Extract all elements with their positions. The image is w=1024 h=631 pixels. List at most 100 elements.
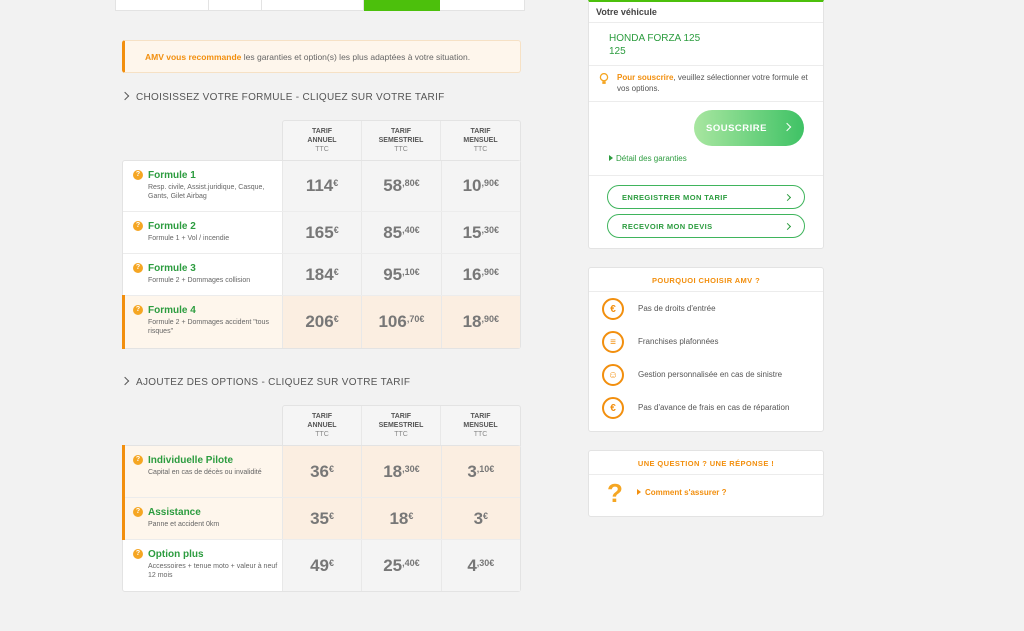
- price-annuel[interactable]: 35 €: [281, 498, 362, 539]
- no-advance-icon: €: [602, 397, 624, 419]
- why-item: € Pas de droits d'entrée: [602, 298, 817, 320]
- why-item: ≡ Franchises plafonnées: [602, 331, 817, 353]
- formule-name: Formule 4: [148, 305, 196, 316]
- why-item: ☺ Gestion personnalisée en cas de sinist…: [602, 364, 817, 386]
- chevron-right-icon: [783, 222, 792, 231]
- formule-row-3: ? Formule 3 Formule 2 + Dommages collision…: [123, 254, 521, 296]
- question-mark-icon: ?: [607, 478, 623, 508]
- person-icon: ☺: [602, 364, 624, 386]
- formules-table-body: ? Formule 1 Resp. civile, Assist.juridique…: [122, 160, 521, 349]
- option-row-individuelle: ? Individuelle Pilote Capital en cas de dé…: [122, 445, 521, 498]
- faq-panel: UNE QUESTION ? UNE RÉPONSE ! ? Comment s…: [588, 450, 824, 517]
- caret-right-icon: [609, 155, 613, 161]
- formule-row-1: ? Formule 1 Resp. civile, Assist.juridique…: [123, 161, 521, 212]
- price-mensuel[interactable]: 16,90€: [440, 254, 521, 295]
- option-name: Individuelle Pilote: [148, 455, 234, 466]
- formule-desc: Formule 2 + Dommages collision: [148, 277, 251, 284]
- divider: [589, 22, 823, 23]
- subscribe-tip: Pour souscrire, veuillez sélectionner vo…: [597, 72, 812, 94]
- options-title: AJOUTEZ DES OPTIONS - CLIQUEZ SUR VOTRE …: [120, 376, 410, 388]
- price-annuel[interactable]: 114 €: [281, 161, 362, 211]
- price-mensuel[interactable]: 3 €: [440, 498, 521, 539]
- help-icon[interactable]: ?: [133, 305, 143, 315]
- price-annuel[interactable]: 36 €: [281, 446, 362, 497]
- banner-strong: AMV vous recommande: [145, 52, 242, 62]
- receive-quote-button[interactable]: RECEVOIR MON DEVIS: [607, 214, 805, 238]
- formule-name: Formule 2: [148, 221, 196, 232]
- why-title: POURQUOI CHOISIR AMV ?: [589, 268, 823, 292]
- faq-title: UNE QUESTION ? UNE RÉPONSE !: [589, 451, 823, 475]
- detail-garanties-link[interactable]: Détail des garanties: [609, 154, 687, 163]
- why-panel: POURQUOI CHOISIR AMV ? € Pas de droits d…: [588, 267, 824, 432]
- header-semestriel: TARIF SEMESTRIEL TTC: [362, 121, 441, 161]
- why-item: € Pas d'avance de frais en cas de répara…: [602, 397, 817, 419]
- help-icon[interactable]: ?: [133, 455, 143, 465]
- progress-step: [209, 0, 262, 10]
- price-mensuel[interactable]: 4,30€: [440, 540, 521, 591]
- option-name: Option plus: [148, 549, 204, 560]
- recommendation-banner: AMV vous recommande les garanties et opt…: [122, 40, 521, 73]
- help-icon[interactable]: ?: [133, 263, 143, 273]
- caret-right-icon: [637, 489, 641, 495]
- header-mensuel: TARIF MENSUEL TTC: [463, 413, 498, 438]
- progress-step: [116, 0, 209, 10]
- option-row-assistance: ? Assistance Panne et accident 0km 35 € 18 €…: [122, 497, 521, 540]
- header-annuel: TARIF ANNUEL TTC: [283, 121, 362, 161]
- chevron-right-icon: [120, 376, 130, 386]
- divider: [589, 175, 823, 176]
- chevron-right-icon: [782, 122, 792, 132]
- divider: [589, 101, 823, 102]
- price-annuel[interactable]: 165 €: [281, 212, 362, 253]
- price-annuel[interactable]: 206 €: [281, 296, 362, 348]
- price-mensuel[interactable]: 15,30€: [440, 212, 521, 253]
- banner-text: les garanties et option(s) les plus adap…: [241, 52, 471, 62]
- price-annuel[interactable]: 184 €: [281, 254, 362, 295]
- header-annuel: TARIF ANNUEL TTC: [283, 406, 362, 446]
- formule-desc: Formule 1 + Vol / incendie: [148, 235, 230, 242]
- formule-name: Formule 3: [148, 263, 196, 274]
- divider: [589, 65, 823, 66]
- coins-icon: ≡: [602, 331, 624, 353]
- chevron-right-icon: [120, 91, 130, 101]
- save-quote-button[interactable]: ENREGISTRER MON TARIF: [607, 185, 805, 209]
- vehicle-model: HONDA FORZA 125 125: [609, 33, 701, 57]
- help-icon[interactable]: ?: [133, 549, 143, 559]
- progress-steps: [115, 0, 525, 11]
- option-desc: Accessoires + tenue moto + valeur à neuf…: [148, 563, 278, 579]
- help-icon[interactable]: ?: [133, 507, 143, 517]
- price-semestriel[interactable]: 58,80€: [361, 161, 441, 211]
- option-name: Assistance: [148, 507, 201, 518]
- price-semestriel[interactable]: 106,70€: [361, 296, 441, 348]
- formule-desc: Resp. civile, Assist.juridique, Casque, …: [148, 184, 265, 200]
- price-semestriel[interactable]: 18 €: [361, 498, 441, 539]
- lightbulb-icon: [599, 73, 609, 84]
- price-mensuel[interactable]: 10,90€: [440, 161, 521, 211]
- price-mensuel[interactable]: 18,90€: [440, 296, 521, 348]
- vehicle-panel: Votre véhicule HONDA FORZA 125 125 Pour …: [588, 0, 824, 249]
- formules-table-header: TARIF ANNUEL TTC TARIF SEMESTRIEL TTC TARIF M…: [282, 120, 521, 161]
- help-icon[interactable]: ?: [133, 221, 143, 231]
- price-semestriel[interactable]: 25,40€: [361, 540, 441, 591]
- option-desc: Capital en cas de décès ou invalidité: [148, 469, 262, 476]
- price-semestriel[interactable]: 18,30€: [361, 446, 441, 497]
- chevron-right-icon: [783, 193, 792, 202]
- help-icon[interactable]: ?: [133, 170, 143, 180]
- progress-step: [262, 0, 364, 10]
- formules-title: CHOISISSEZ VOTRE FORMULE - CLIQUEZ SUR V…: [120, 91, 445, 103]
- header-mensuel: TARIF MENSUEL TTC: [463, 128, 498, 153]
- progress-step-active: [364, 0, 440, 11]
- no-fee-icon: €: [602, 298, 624, 320]
- price-annuel[interactable]: 49 €: [281, 540, 362, 591]
- subscribe-button[interactable]: SOUSCRIRE: [694, 110, 804, 146]
- options-table-header: TARIF ANNUEL TTC TARIF SEMESTRIEL TTC TARIF M…: [282, 405, 521, 446]
- formule-row-4-selected: ? Formule 4 Formule 2 + Dommages accident …: [122, 295, 521, 349]
- header-semestriel: TARIF SEMESTRIEL TTC: [362, 406, 441, 446]
- how-to-insure-link[interactable]: Comment s'assurer ?: [637, 488, 726, 497]
- price-mensuel[interactable]: 3,10€: [440, 446, 521, 497]
- formule-name: Formule 1: [148, 170, 196, 181]
- option-row-plus: ? Option plus Accessoires + tenue moto + v…: [123, 540, 521, 591]
- price-semestriel[interactable]: 95,10€: [361, 254, 441, 295]
- price-semestriel[interactable]: 85,40€: [361, 212, 441, 253]
- vehicle-title: Votre véhicule: [596, 7, 657, 17]
- options-table-body: ? Individuelle Pilote Capital en cas de dé…: [122, 445, 521, 592]
